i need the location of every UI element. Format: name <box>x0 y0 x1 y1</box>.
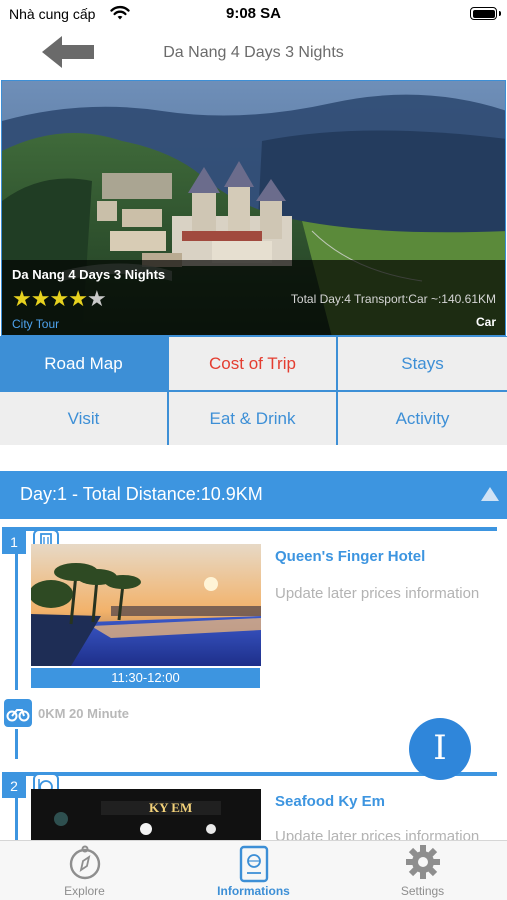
tab-label: Settings <box>400 884 445 898</box>
stop-description: Update later prices information <box>275 585 480 602</box>
visit-button[interactable]: Visit <box>0 392 169 445</box>
info-fab-button[interactable]: I <box>409 718 471 780</box>
day-section-header[interactable]: Day:1 - Total Distance:10.9KM <box>0 471 507 519</box>
motorbike-icon <box>4 699 32 727</box>
timeline-line <box>15 729 18 759</box>
stop-number: 1 <box>2 530 26 554</box>
star-icon: ★ <box>30 286 51 311</box>
visit-time: 11:30-12:00 <box>31 668 260 688</box>
stays-button[interactable]: Stays <box>338 337 507 390</box>
stop-photo[interactable]: KY EM <box>31 789 261 840</box>
star-icon: ★ <box>68 286 88 311</box>
status-bar: Nhà cung cấp 9:08 SA <box>0 0 507 28</box>
activity-button[interactable]: Activity <box>338 392 507 445</box>
tab-informations[interactable]: Informations <box>169 841 338 900</box>
rating-stars: ★★★★★ <box>12 286 107 311</box>
day-summary: Day:1 - Total Distance:10.9KM <box>20 484 263 504</box>
navigation-bar: Da Nang 4 Days 3 Nights <box>0 28 507 80</box>
tour-menu-grid: Road Map Cost of Trip Stays Visit Eat & … <box>0 336 507 445</box>
tab-label: Informations <box>217 884 290 898</box>
stop-name[interactable]: Queen's Finger Hotel <box>275 548 425 565</box>
trip-stats: Total Day:4 Transport:Car ~:140.61KM <box>290 292 496 306</box>
star-icon: ★ <box>49 286 69 311</box>
transport-type: Car <box>475 315 496 329</box>
triangle-up-icon[interactable] <box>481 487 499 501</box>
cost-of-trip-button[interactable]: Cost of Trip <box>169 337 338 390</box>
clock: 9:08 SA <box>225 5 282 22</box>
compass-icon <box>69 845 101 880</box>
star-empty-icon: ★ <box>86 286 107 311</box>
battery-icon <box>470 7 501 20</box>
stop-name[interactable]: Seafood Ky Em <box>275 793 385 810</box>
tab-explore[interactable]: Explore <box>0 841 169 900</box>
tab-label: Explore <box>64 884 105 898</box>
transit-info: 0KM 20 Minute <box>38 706 130 721</box>
stop-number: 2 <box>2 774 26 798</box>
tour-title: Da Nang 4 Days 3 Nights <box>12 267 166 282</box>
star-icon: ★ <box>12 286 32 311</box>
page-title: Da Nang 4 Days 3 Nights <box>163 44 344 61</box>
tab-bar: Explore Informations Settings <box>0 840 507 900</box>
gear-icon <box>406 845 440 879</box>
passport-icon <box>239 845 269 883</box>
tab-settings[interactable]: Settings <box>338 841 507 900</box>
stop-photo[interactable] <box>31 544 261 666</box>
stop-description: Update later prices information <box>275 828 480 840</box>
eat-drink-button[interactable]: Eat & Drink <box>169 392 338 445</box>
tour-hero-banner[interactable]: Da Nang 4 Days 3 Nights ★★★★★ Total Day:… <box>1 80 506 336</box>
tour-category: City Tour <box>12 317 60 331</box>
restaurant-sign: KY EM <box>149 800 192 815</box>
road-map-button[interactable]: Road Map <box>0 337 169 390</box>
timeline-divider <box>2 527 497 531</box>
